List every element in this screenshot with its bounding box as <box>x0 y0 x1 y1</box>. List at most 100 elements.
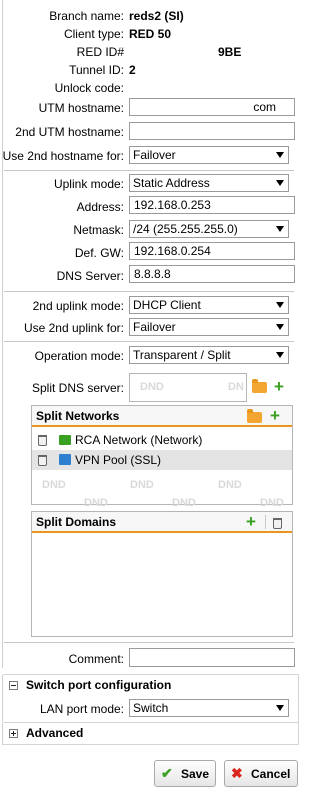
split-dns-label: Split DNS server: <box>31 381 124 395</box>
dns-server-label: DNS Server: <box>56 269 124 283</box>
save-button[interactable]: ✔ Save <box>154 760 216 787</box>
add-icon[interactable]: + <box>246 513 256 530</box>
second-uplink-mode-label: 2nd uplink mode: <box>32 299 124 313</box>
client-type-value: RED 50 <box>129 27 172 41</box>
split-networks-panel: Split Networks + RCA Network (Network) V… <box>31 405 293 509</box>
folder-icon[interactable] <box>247 409 262 423</box>
expand-icon[interactable] <box>9 729 18 738</box>
lan-port-mode-value: Switch <box>133 701 169 715</box>
tunnel-id-value: 2 <box>129 63 136 77</box>
utm-hostname-value: com <box>253 100 276 114</box>
use-second-hostname-label: Use 2nd hostname for: <box>2 149 124 163</box>
trash-icon[interactable] <box>273 518 282 529</box>
branch-name-label: Branch name: <box>49 9 124 23</box>
split-dns-placeholder: DND <box>140 381 164 393</box>
divider <box>4 291 294 292</box>
save-button-label: Save <box>181 767 210 781</box>
chevron-down-icon <box>276 152 284 158</box>
dns-server-input[interactable]: 8.8.8.8 <box>129 265 295 283</box>
netmask-label: Netmask: <box>73 223 124 237</box>
add-icon[interactable]: + <box>270 407 280 424</box>
second-utm-hostname-input[interactable] <box>129 122 295 140</box>
second-uplink-mode-select[interactable]: DHCP Client <box>129 296 289 314</box>
lan-port-mode-label: LAN port mode: <box>39 702 124 716</box>
second-utm-hostname-label: 2nd UTM hostname: <box>15 125 124 139</box>
drop-placeholder: DND <box>84 497 108 509</box>
use-second-uplink-value: Failover <box>133 320 176 334</box>
drop-placeholder: DND <box>42 479 66 491</box>
operation-mode-label: Operation mode: <box>34 349 124 363</box>
trash-icon[interactable] <box>38 435 47 446</box>
drop-placeholder: DND <box>218 479 242 491</box>
section-frame-line <box>298 675 299 722</box>
drop-placeholder: DND <box>130 479 154 491</box>
use-second-hostname-value: Failover <box>133 148 176 162</box>
comment-label: Comment: <box>68 652 124 666</box>
switch-port-section-title: Switch port configuration <box>26 678 172 692</box>
vpn-pool-icon <box>59 454 71 465</box>
split-networks-title: Split Networks <box>36 409 120 423</box>
chevron-down-icon <box>276 302 284 308</box>
second-uplink-mode-value: DHCP Client <box>133 298 201 312</box>
chevron-down-icon <box>276 352 284 358</box>
chevron-down-icon <box>276 324 284 330</box>
tunnel-id-label: Tunnel ID: <box>69 63 124 77</box>
split-network-label: VPN Pool (SSL) <box>75 453 162 467</box>
operation-mode-value: Transparent / Split <box>133 348 231 362</box>
default-gateway-label: Def. GW: <box>74 246 124 260</box>
use-second-hostname-select[interactable]: Failover <box>129 146 289 164</box>
switch-port-section-header[interactable]: Switch port configuration <box>3 674 299 695</box>
cancel-button[interactable]: ✖ Cancel <box>224 760 298 787</box>
close-icon: ✖ <box>231 765 243 781</box>
use-second-uplink-select[interactable]: Failover <box>129 318 289 336</box>
client-type-label: Client type: <box>63 27 124 41</box>
divider <box>4 642 294 643</box>
checkmark-icon: ✔ <box>161 765 173 781</box>
netmask-select[interactable]: /24 (255.255.255.0) <box>129 220 289 238</box>
utm-hostname-label: UTM hostname: <box>38 101 124 115</box>
section-frame-line <box>298 723 299 745</box>
network-icon <box>59 435 71 445</box>
address-label: Address: <box>76 200 124 214</box>
add-icon[interactable]: + <box>274 378 284 395</box>
comment-input[interactable] <box>129 648 295 667</box>
utm-hostname-input[interactable]: com <box>129 98 295 116</box>
split-dns-placeholder: DN <box>228 381 244 393</box>
trash-icon[interactable] <box>38 455 47 466</box>
chevron-down-icon <box>276 705 284 711</box>
split-dns-server-field[interactable]: DND DN <box>129 373 247 402</box>
advanced-section-title: Advanced <box>26 726 84 740</box>
address-input[interactable]: 192.168.0.253 <box>129 196 295 214</box>
uplink-mode-label: Uplink mode: <box>53 177 124 191</box>
split-network-item[interactable]: RCA Network (Network) <box>32 430 292 450</box>
default-gateway-input[interactable]: 192.168.0.254 <box>129 242 295 260</box>
split-network-label: RCA Network (Network) <box>75 433 203 447</box>
branch-name-value: reds2 (SI) <box>129 9 184 23</box>
split-network-item[interactable]: VPN Pool (SSL) <box>32 450 292 470</box>
split-domains-title: Split Domains <box>36 515 117 529</box>
red-id-label: RED ID# <box>76 45 124 59</box>
divider <box>4 341 294 342</box>
cancel-button-label: Cancel <box>251 767 291 781</box>
operation-mode-select[interactable]: Transparent / Split <box>129 346 289 364</box>
chevron-down-icon <box>276 180 284 186</box>
lan-port-mode-select[interactable]: Switch <box>129 699 289 717</box>
drop-placeholder: DND <box>260 497 284 509</box>
use-second-uplink-label: Use 2nd uplink for: <box>23 321 124 335</box>
split-domains-header: Split Domains + <box>32 512 292 533</box>
divider <box>4 170 294 171</box>
divider <box>3 744 299 745</box>
unlock-code-label: Unlock code: <box>54 81 124 95</box>
chevron-down-icon <box>276 226 284 232</box>
collapse-icon[interactable] <box>9 681 18 690</box>
split-networks-header: Split Networks + <box>32 406 292 427</box>
uplink-mode-select[interactable]: Static Address <box>129 174 289 192</box>
divider <box>265 515 266 529</box>
uplink-mode-value: Static Address <box>133 176 210 190</box>
folder-icon[interactable] <box>252 379 267 393</box>
split-domains-panel: Split Domains + <box>31 511 293 637</box>
red-id-value: 9BE <box>218 45 242 59</box>
section-frame-line <box>2 723 3 745</box>
advanced-section-header[interactable]: Advanced <box>3 722 299 743</box>
netmask-value: /24 (255.255.255.0) <box>133 222 238 236</box>
